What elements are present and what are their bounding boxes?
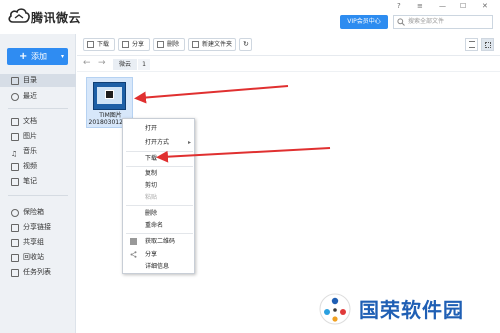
annotation-arrows: [134, 85, 331, 163]
annotation-arrow-file: [134, 85, 289, 104]
annotation-arrow-download: [156, 147, 331, 163]
watermark-text: 国荣软件园: [359, 298, 464, 322]
watermark: 国荣软件园: [312, 288, 500, 333]
watermark-logo-icon: [319, 293, 351, 325]
